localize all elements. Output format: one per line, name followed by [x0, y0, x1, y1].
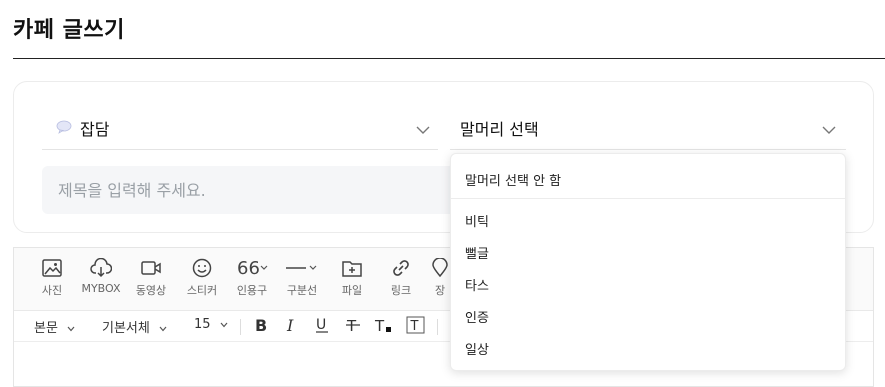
- chevron-down-icon: [416, 120, 430, 139]
- insert-link-label: 링크: [390, 284, 412, 297]
- underline-icon: U: [316, 317, 328, 333]
- dropdown-option[interactable]: 비틱: [465, 211, 489, 230]
- svg-text:U: U: [316, 317, 326, 333]
- strikethrough-icon: T: [346, 317, 360, 335]
- header-dropdown: 말머리 선택 안 함 비틱 뻘글 타스 인증 일상: [450, 153, 846, 371]
- photo-icon: [42, 259, 62, 277]
- font-family-value: 기본서체: [102, 321, 150, 336]
- svg-text:I: I: [286, 316, 294, 334]
- dropdown-option-none[interactable]: 말머리 선택 안 함: [465, 170, 561, 189]
- file-add-icon: [342, 261, 362, 277]
- text-background-button[interactable]: T: [406, 316, 426, 338]
- svg-text:B: B: [255, 316, 267, 334]
- dropdown-option[interactable]: 타스: [465, 275, 489, 294]
- insert-sticker-label: 스티커: [186, 284, 218, 297]
- chevron-down-icon: [822, 120, 836, 139]
- smiley-icon: [192, 258, 212, 278]
- title-input[interactable]: [42, 166, 482, 214]
- insert-mybox-button[interactable]: MYBOX: [76, 258, 126, 295]
- font-size-value: 15: [194, 317, 211, 332]
- insert-mybox-label: MYBOX: [81, 282, 121, 295]
- underline-button[interactable]: U: [313, 316, 331, 338]
- link-icon: [393, 260, 409, 276]
- page-title: 카페 글쓰기: [13, 18, 125, 43]
- dropdown-divider: [451, 198, 845, 199]
- insert-quote-button[interactable]: 66 인용구: [227, 258, 277, 298]
- text-color-icon: T: [374, 317, 391, 335]
- board-select-value: 잡담: [80, 120, 110, 139]
- video-icon: [141, 261, 161, 275]
- title-divider: [13, 58, 885, 59]
- place-icon: [432, 258, 448, 278]
- italic-button[interactable]: I: [282, 316, 300, 338]
- text-color-button[interactable]: T: [374, 316, 394, 338]
- insert-divider-button[interactable]: 구분선: [277, 258, 327, 298]
- board-select[interactable]: 잡담: [42, 108, 438, 150]
- cloud-upload-icon: [90, 258, 112, 278]
- dropdown-option[interactable]: 뻘글: [465, 243, 489, 262]
- insert-video-button[interactable]: 동영상: [126, 258, 176, 298]
- insert-sticker-button[interactable]: 스티커: [177, 258, 227, 298]
- bold-icon: B: [255, 316, 267, 335]
- insert-photo-label: 사진: [41, 284, 63, 297]
- insert-divider-label: 구분선: [286, 284, 318, 297]
- svg-text:T: T: [374, 317, 385, 334]
- chevron-down-icon: [220, 322, 228, 327]
- insert-file-label: 파일: [341, 284, 363, 297]
- paragraph-style-select[interactable]: 본문: [34, 317, 75, 336]
- dropdown-option[interactable]: 일상: [465, 339, 489, 358]
- font-size-select[interactable]: 15: [194, 317, 228, 332]
- insert-video-label: 동영상: [135, 284, 167, 297]
- speech-bubble-icon: [56, 119, 72, 138]
- header-select-value: 말머리 선택: [460, 120, 539, 139]
- chevron-down-icon: [159, 326, 167, 331]
- bold-button[interactable]: B: [252, 316, 270, 338]
- strikethrough-button[interactable]: T: [344, 316, 362, 338]
- quote-icon: 66: [237, 258, 268, 278]
- svg-text:66: 66: [237, 258, 260, 278]
- text-background-icon: T: [406, 316, 425, 334]
- insert-photo-button[interactable]: 사진: [27, 258, 77, 298]
- toolbar-separator: [437, 319, 438, 335]
- svg-text:T: T: [410, 319, 419, 334]
- horizontal-line-icon: [286, 265, 317, 270]
- insert-link-button[interactable]: 링크: [376, 258, 426, 298]
- paragraph-style-value: 본문: [34, 321, 58, 336]
- italic-icon: I: [286, 316, 294, 335]
- toolbar-separator: [240, 319, 241, 335]
- insert-quote-label: 인용구: [236, 284, 268, 297]
- dropdown-option[interactable]: 인증: [465, 307, 489, 326]
- header-select[interactable]: 말머리 선택: [450, 108, 846, 150]
- insert-file-button[interactable]: 파일: [327, 258, 377, 298]
- font-family-select[interactable]: 기본서체: [102, 317, 167, 336]
- chevron-down-icon: [67, 326, 75, 331]
